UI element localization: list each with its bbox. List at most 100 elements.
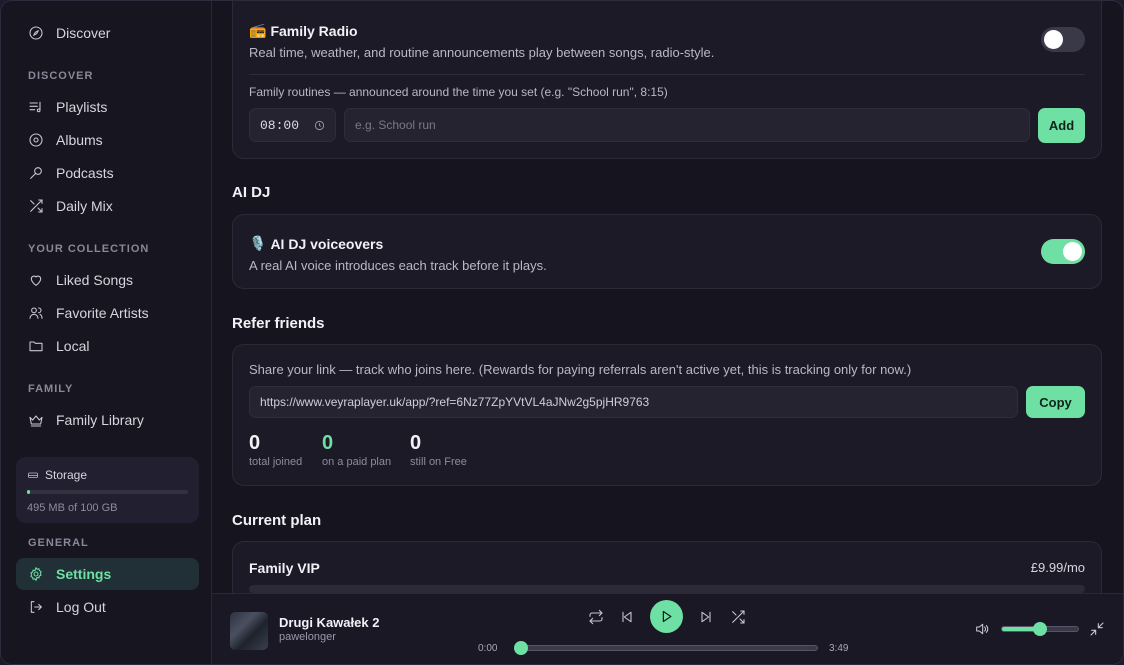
storage-label: Storage — [45, 468, 88, 482]
volume-thumb[interactable] — [1033, 622, 1047, 636]
storage-bar — [27, 490, 188, 494]
sidebar: Discover DISCOVER Playlists Albums Podca… — [1, 1, 212, 664]
compass-icon — [27, 24, 45, 42]
settings-main: 📻 Family Radio Real time, weather, and r… — [212, 1, 1123, 593]
plan-card: Family VIP £9.99/mo — [232, 541, 1102, 593]
add-routine-button[interactable]: Add — [1038, 108, 1085, 143]
users-icon — [27, 304, 45, 322]
sidebar-item-settings[interactable]: Settings — [16, 558, 199, 590]
playlist-icon — [27, 98, 45, 116]
toggle-knob — [1044, 30, 1063, 49]
sidebar-item-log-out[interactable]: Log Out — [16, 591, 199, 623]
sidebar-item-label: Daily Mix — [56, 198, 113, 214]
shuffle-button[interactable] — [728, 607, 748, 627]
minimize-icon — [1089, 621, 1105, 637]
next-button[interactable] — [696, 607, 716, 627]
sidebar-item-local[interactable]: Local — [16, 330, 199, 362]
refer-heading: Refer friends — [232, 315, 325, 332]
repeat-icon — [588, 609, 604, 625]
ai-dj-description: A real AI voice introduces each track be… — [249, 258, 547, 273]
refer-card: Share your link — track who joins here. … — [232, 344, 1102, 486]
track-title[interactable]: Drugi Kawałek 2 — [279, 615, 379, 630]
sidebar-item-podcasts[interactable]: Podcasts — [16, 157, 199, 189]
section-label-family: FAMILY — [28, 383, 74, 395]
refer-description: Share your link — track who joins here. … — [249, 362, 912, 377]
track-artist[interactable]: pawelonger — [279, 631, 336, 643]
sidebar-item-label: Favorite Artists — [56, 305, 149, 321]
play-button[interactable] — [650, 600, 683, 633]
sidebar-item-favorite-artists[interactable]: Favorite Artists — [16, 297, 199, 329]
section-label-discover: DISCOVER — [28, 70, 94, 82]
sidebar-item-label: Family Library — [56, 412, 144, 428]
disc-icon — [27, 131, 45, 149]
hard-drive-icon — [27, 469, 45, 481]
storage-widget: Storage 495 MB of 100 GB — [16, 457, 199, 523]
sidebar-item-label: Discover — [56, 25, 111, 41]
family-radio-title: Family Radio — [270, 22, 358, 39]
volume-button[interactable] — [972, 619, 992, 639]
sidebar-item-albums[interactable]: Albums — [16, 124, 199, 156]
player-bar: Drugi Kawałek 2 pawelonger 0:00 3:49 — [212, 593, 1123, 664]
sidebar-item-label: Liked Songs — [56, 272, 134, 288]
folder-icon — [27, 337, 45, 355]
album-cover[interactable] — [230, 612, 268, 650]
skip-forward-icon — [698, 609, 714, 625]
heart-icon — [27, 271, 45, 289]
sidebar-item-label: Settings — [56, 566, 112, 582]
plan-price: £9.99/mo — [1030, 560, 1085, 575]
volume-icon — [974, 621, 990, 637]
progress-track[interactable] — [517, 645, 818, 651]
plan-name: Family VIP — [249, 560, 320, 576]
section-label-collection: YOUR COLLECTION — [28, 243, 150, 255]
microphone-icon — [27, 164, 45, 182]
log-out-icon — [27, 598, 45, 616]
sidebar-item-playlists[interactable]: Playlists — [16, 91, 199, 123]
play-icon — [659, 609, 674, 624]
stat-total-joined-value: 0 — [249, 432, 261, 454]
sidebar-item-label: Podcasts — [56, 165, 114, 181]
storage-bar-fill — [27, 490, 31, 494]
family-radio-card: 📻 Family Radio Real time, weather, and r… — [232, 1, 1102, 159]
section-label-general: GENERAL — [28, 537, 89, 549]
microphone-icon: 🎙️ — [249, 235, 267, 251]
repeat-button[interactable] — [586, 607, 606, 627]
divider — [249, 74, 1085, 75]
sidebar-item-label: Log Out — [56, 599, 106, 615]
minimize-player-button[interactable] — [1087, 619, 1107, 639]
clock-icon — [314, 120, 325, 131]
ai-dj-header: 🎙️ AI DJ voiceovers — [249, 235, 383, 252]
storage-usage: 495 MB of 100 GB — [27, 502, 118, 514]
sidebar-item-liked-songs[interactable]: Liked Songs — [16, 264, 199, 296]
stat-still-free-label: still on Free — [410, 456, 467, 468]
routine-time-input[interactable]: 08:00 — [249, 108, 336, 142]
ai-dj-card: 🎙️ AI DJ voiceovers A real AI voice intr… — [232, 214, 1102, 289]
family-routines-label: Family routines — announced around the t… — [249, 85, 668, 99]
ai-dj-toggle[interactable] — [1041, 239, 1085, 264]
sidebar-item-family-library[interactable]: Family Library — [16, 404, 199, 436]
progress-thumb[interactable] — [514, 641, 528, 655]
ai-dj-heading: AI DJ — [232, 184, 271, 201]
ai-dj-title: AI DJ voiceovers — [270, 235, 384, 252]
family-radio-header: 📻 Family Radio — [249, 22, 358, 39]
family-radio-toggle[interactable] — [1041, 27, 1085, 52]
app-window: Discover DISCOVER Playlists Albums Podca… — [0, 0, 1124, 665]
elapsed-time: 0:00 — [478, 643, 498, 654]
skip-back-icon — [619, 609, 635, 625]
plan-heading: Current plan — [232, 512, 322, 529]
plan-bar — [249, 585, 1085, 593]
stat-still-free-value: 0 — [410, 432, 422, 454]
sidebar-item-label: Playlists — [56, 99, 108, 115]
copy-link-button[interactable]: Copy — [1026, 386, 1085, 418]
radio-icon: 📻 — [249, 22, 267, 38]
sidebar-item-discover[interactable]: Discover — [16, 17, 199, 49]
crown-icon — [27, 411, 45, 429]
previous-button[interactable] — [617, 607, 637, 627]
routine-name-input[interactable] — [344, 108, 1030, 142]
toggle-knob — [1063, 242, 1082, 261]
family-radio-description: Real time, weather, and routine announce… — [249, 45, 715, 60]
shuffle-icon — [730, 609, 746, 625]
sidebar-item-label: Local — [56, 338, 90, 354]
referral-link-input[interactable] — [249, 386, 1018, 418]
sidebar-item-daily-mix[interactable]: Daily Mix — [16, 190, 199, 222]
gear-icon — [27, 565, 45, 583]
